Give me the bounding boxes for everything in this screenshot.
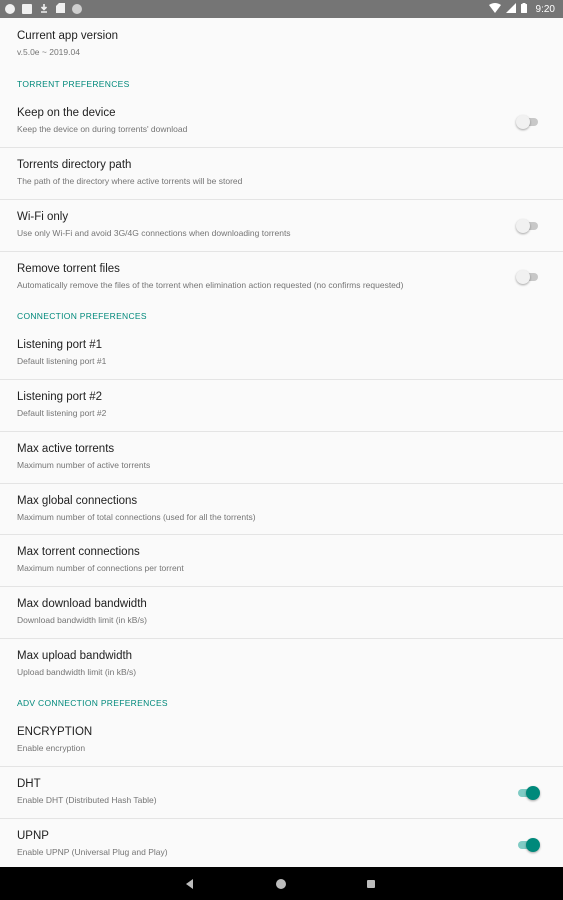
pref-current-app-version[interactable]: Current app version v.5.0e ~ 2019.04: [0, 18, 563, 69]
pref-upnp[interactable]: UPNP Enable UPNP (Universal Plug and Pla…: [0, 819, 563, 867]
pref-title: ENCRYPTION: [17, 726, 93, 738]
pref-summary: v.5.0e ~ 2019.04: [17, 47, 80, 57]
clock: 9:20: [535, 3, 555, 15]
pref-summary: Enable encryption: [17, 743, 86, 753]
pref-title: Torrents directory path: [17, 159, 132, 171]
recent-apps-icon[interactable]: [367, 879, 375, 888]
pref-keep-on-device[interactable]: Keep on the device Keep the device on du…: [0, 96, 563, 148]
wifi-icon: [488, 0, 501, 18]
preferences-list[interactable]: Current app version v.5.0e ~ 2019.04 TOR…: [0, 18, 563, 867]
remove-torrent-files-toggle[interactable]: [516, 269, 538, 284]
pref-summary: Maximum number of connections per torren…: [17, 563, 184, 573]
battery-icon: [520, 0, 527, 18]
pref-title: Listening port #2: [17, 391, 103, 403]
sd-card-icon: [56, 0, 65, 18]
pref-title: Listening port #1: [17, 339, 103, 351]
navigation-bar: [0, 867, 563, 900]
pref-listening-port-2[interactable]: Listening port #2 Default listening port…: [0, 380, 563, 432]
section-header-label: CONNECTION PREFERENCES: [17, 311, 147, 321]
status-bar: 9:20: [0, 0, 563, 18]
section-header-label: TORRENT PREFERENCES: [17, 79, 130, 89]
pref-summary: Default listening port #2: [17, 408, 107, 418]
pref-dht[interactable]: DHT Enable DHT (Distributed Hash Table): [0, 767, 563, 819]
pref-title: Max torrent connections: [17, 546, 140, 558]
square-notification-icon: [22, 4, 32, 14]
back-icon[interactable]: [186, 878, 193, 889]
section-header-torrent: TORRENT PREFERENCES: [0, 69, 563, 96]
pref-summary: Maximum number of active torrents: [17, 460, 151, 470]
pref-title: DHT: [17, 778, 41, 790]
system-icons: 9:20: [488, 0, 555, 18]
pref-title: Current app version: [17, 30, 118, 42]
notification-icons: [5, 0, 82, 18]
pref-title: Keep on the device: [17, 107, 116, 119]
pref-max-torrent-connections[interactable]: Max torrent connections Maximum number o…: [0, 535, 563, 587]
pref-title: UPNP: [17, 830, 49, 842]
pref-wifi-only[interactable]: Wi-Fi only Use only Wi-Fi and avoid 3G/4…: [0, 200, 563, 252]
pref-title: Remove torrent files: [17, 263, 120, 275]
pref-summary: Upload bandwidth limit (in kB/s): [17, 667, 137, 677]
pref-summary: Automatically remove the files of the to…: [17, 280, 404, 290]
pref-max-download-bandwidth[interactable]: Max download bandwidth Download bandwidt…: [0, 587, 563, 639]
pref-title: Max upload bandwidth: [17, 650, 133, 662]
home-icon[interactable]: [276, 878, 286, 889]
pref-summary: Keep the device on during torrents' down…: [17, 124, 188, 134]
pref-listening-port-1[interactable]: Listening port #1 Default listening port…: [0, 328, 563, 380]
pref-summary: Enable DHT (Distributed Hash Table): [17, 795, 157, 805]
pref-summary: The path of the directory where active t…: [17, 176, 243, 186]
pref-title: Wi-Fi only: [17, 211, 69, 223]
download-icon: [39, 0, 49, 18]
pref-encryption[interactable]: ENCRYPTION Enable encryption: [0, 715, 563, 767]
pref-title: Max global connections: [17, 495, 138, 507]
pref-title: Max download bandwidth: [17, 598, 147, 610]
upnp-toggle[interactable]: [518, 838, 540, 852]
pref-summary: Enable UPNP (Universal Plug and Play): [17, 847, 168, 857]
dht-toggle[interactable]: [518, 785, 540, 800]
pref-summary: Use only Wi-Fi and avoid 3G/4G connectio…: [17, 228, 291, 238]
section-header-adv-connection: ADV CONNECTION PREFERENCES: [0, 688, 563, 715]
pref-summary: Default listening port #1: [17, 356, 107, 366]
pref-torrents-directory-path[interactable]: Torrents directory path The path of the …: [0, 148, 563, 200]
pref-summary: Download bandwidth limit (in kB/s): [17, 615, 147, 625]
pref-summary: Maximum number of total connections (use…: [17, 512, 256, 522]
keep-on-device-toggle[interactable]: [516, 114, 538, 129]
pref-max-upload-bandwidth[interactable]: Max upload bandwidth Upload bandwidth li…: [0, 639, 563, 688]
section-header-connection: CONNECTION PREFERENCES: [0, 301, 563, 328]
pref-max-active-torrents[interactable]: Max active torrents Maximum number of ac…: [0, 432, 563, 484]
check-circle-icon: [5, 4, 15, 14]
pref-max-global-connections[interactable]: Max global connections Maximum number of…: [0, 484, 563, 535]
pref-remove-torrent-files[interactable]: Remove torrent files Automatically remov…: [0, 252, 563, 301]
section-header-label: ADV CONNECTION PREFERENCES: [17, 698, 168, 708]
pref-title: Max active torrents: [17, 443, 115, 455]
wifi-only-toggle[interactable]: [516, 218, 538, 233]
signal-icon: [505, 0, 516, 18]
circle-notification-icon: [72, 4, 82, 14]
